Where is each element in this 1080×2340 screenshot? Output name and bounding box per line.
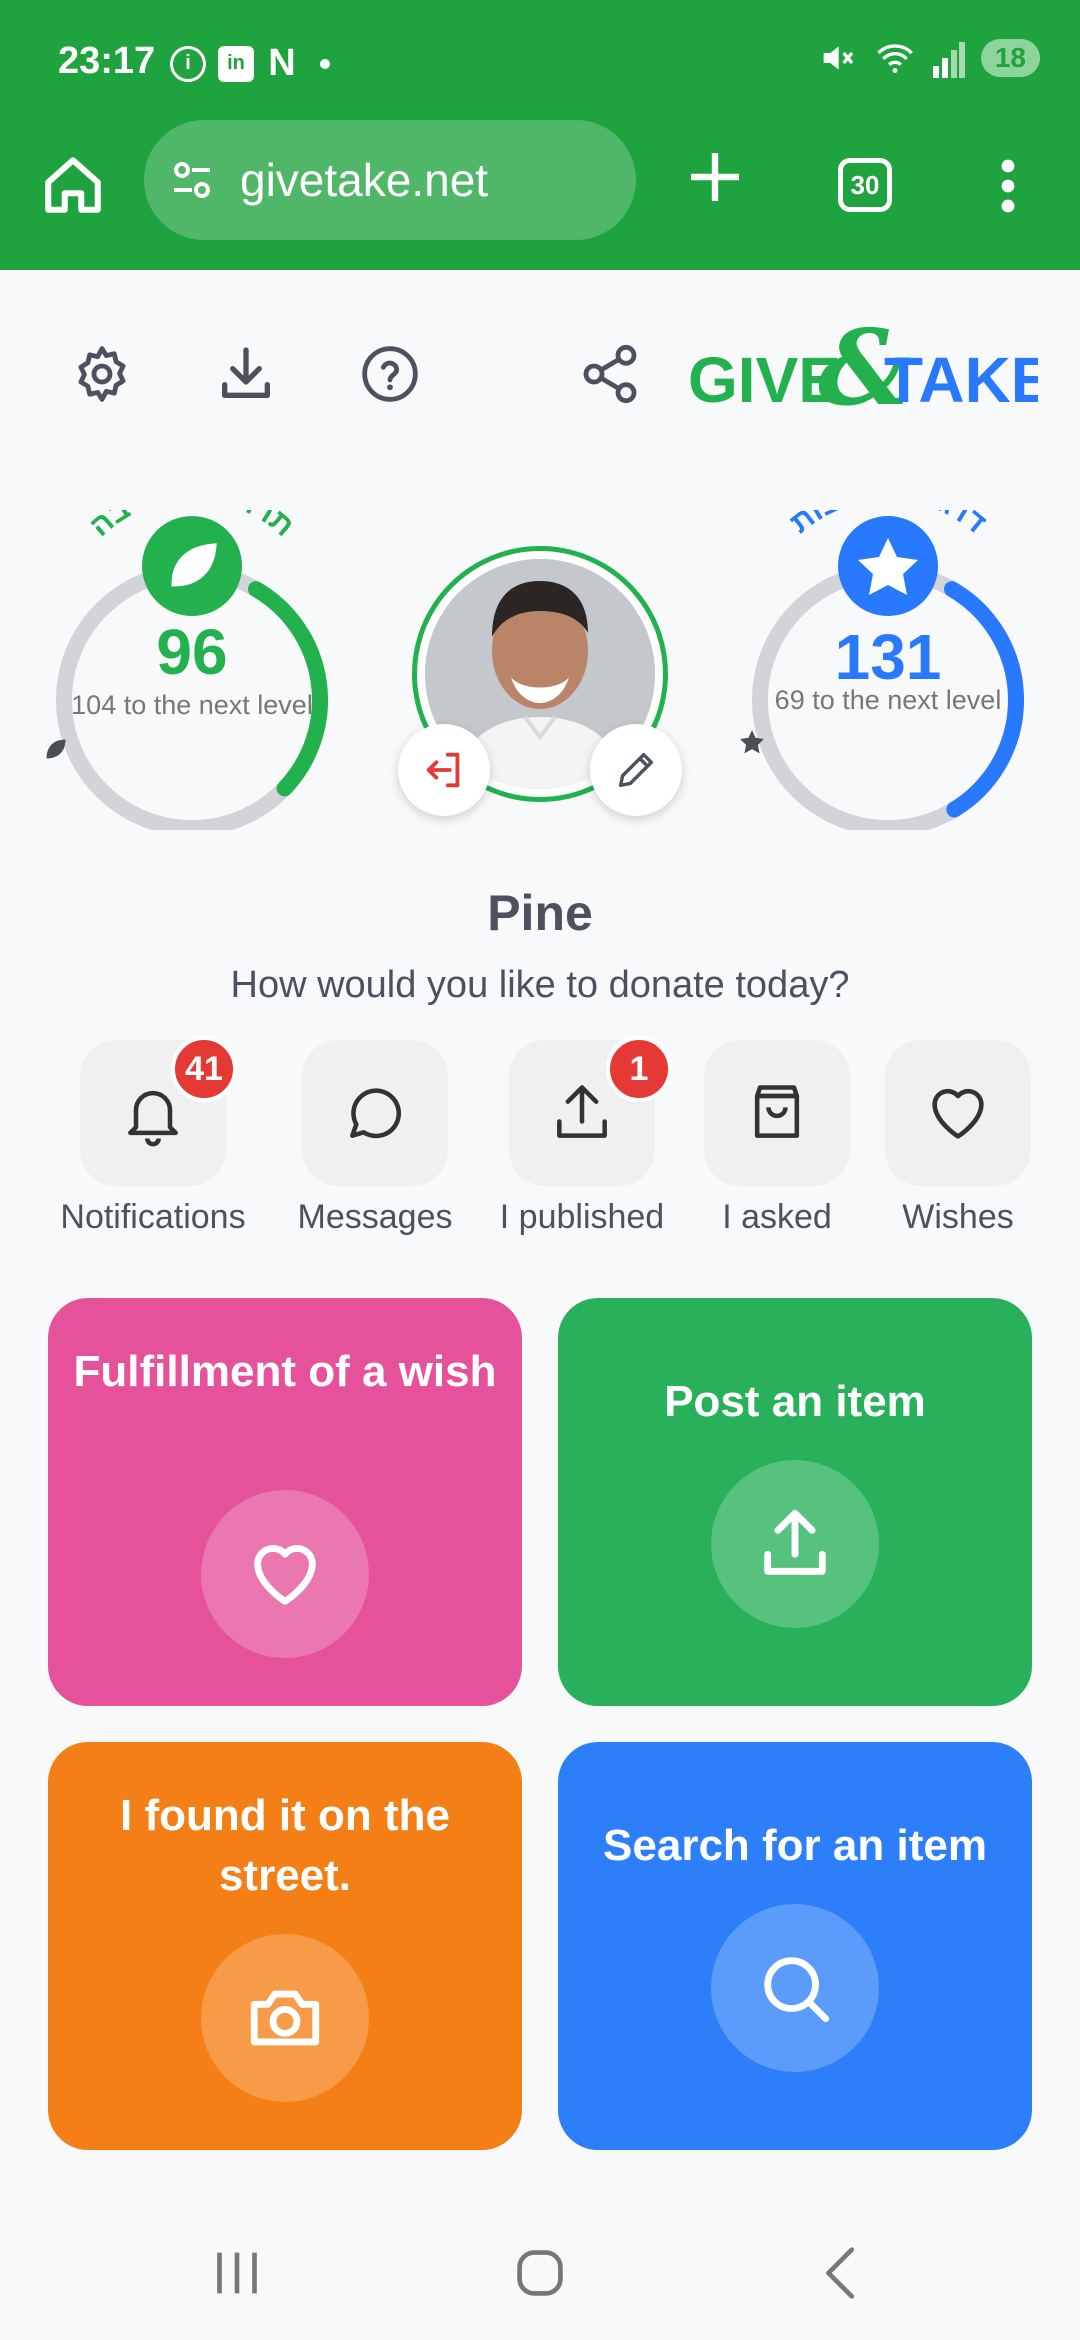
logo-take-text: TAKE (884, 344, 1038, 416)
i-asked-label: I asked (722, 1198, 832, 1236)
engagement-score: 131 (834, 621, 942, 693)
fulfill-wish-card[interactable]: Fulfillment of a wish (48, 1298, 522, 1706)
site-settings-icon[interactable] (168, 156, 216, 204)
search-item-card[interactable]: Search for an item (558, 1742, 1032, 2150)
n-icon: N (268, 42, 296, 84)
engagement-next-level: 69 to the next level (774, 685, 1002, 715)
chat-icon (350, 1088, 401, 1139)
tab-switcher-button[interactable]: 30 (838, 158, 892, 212)
wishes-button[interactable]: Wishes (858, 1040, 1058, 1250)
fulfill-wish-title: Fulfillment of a wish (73, 1347, 497, 1396)
found-on-street-card[interactable]: I found it on the street. (48, 1742, 522, 2150)
back-nav-icon[interactable] (808, 2238, 878, 2308)
battery-indicator: 18 (980, 39, 1040, 77)
notifications-label: Notifications (60, 1198, 246, 1236)
home-nav-icon[interactable] (505, 2238, 575, 2308)
download-icon[interactable] (214, 342, 278, 406)
pencil-icon (618, 752, 654, 788)
donate-prompt: How would you like to donate today? (230, 964, 850, 1006)
messages-label: Messages (297, 1198, 453, 1236)
givetake-logo: GIVE & TAKE (688, 306, 1053, 430)
help-icon[interactable] (358, 342, 422, 406)
wishes-label: Wishes (902, 1198, 1014, 1236)
heart-icon (254, 1545, 316, 1605)
published-badge: 1 (606, 1036, 672, 1102)
edit-profile-button[interactable] (590, 724, 682, 816)
upload-icon (764, 1509, 826, 1575)
donation-score: 96 (156, 616, 228, 688)
more-menu-icon[interactable] (988, 156, 1028, 216)
linkedin-icon: in (218, 45, 254, 82)
bell-icon (128, 1090, 178, 1147)
engagement-gauge[interactable]: דרגת מעורבות 131 69 to the next level (738, 510, 1038, 830)
bag-icon (754, 1085, 800, 1138)
i-published-button[interactable]: 1 I published (482, 1036, 682, 1250)
settings-gear-icon[interactable] (70, 342, 134, 406)
donation-gauge[interactable]: תרומה לסביבה 96 104 to the next level (42, 510, 342, 830)
recent-apps-icon[interactable] (202, 2238, 272, 2308)
share-icon[interactable] (578, 342, 642, 406)
status-time: 23:17 (58, 40, 156, 82)
search-item-title: Search for an item (603, 1821, 987, 1870)
logout-icon (426, 752, 460, 788)
notification-dot-icon (320, 58, 330, 69)
i-published-label: I published (499, 1198, 665, 1236)
home-icon[interactable] (40, 152, 106, 218)
mute-icon (823, 46, 854, 70)
status-bar: 23:17 i in N 18 (0, 0, 1080, 120)
star-icon (740, 730, 764, 754)
signal-icon (932, 42, 965, 78)
post-item-title: Post an item (664, 1377, 926, 1426)
leaf-icon (46, 739, 66, 759)
url-bar[interactable]: givetake.net (144, 120, 636, 240)
camera-icon (250, 1990, 320, 2046)
heart-icon (932, 1088, 984, 1139)
i-asked-button[interactable]: I asked (677, 1040, 877, 1250)
post-item-card[interactable]: Post an item (558, 1298, 1032, 1706)
found-on-street-title: I found it on the street. (120, 1791, 450, 1900)
info-icon: i (170, 45, 206, 82)
system-nav-bar (0, 2210, 1080, 2340)
new-tab-icon[interactable] (683, 145, 747, 209)
browser-toolbar: givetake.net 30 (0, 120, 1080, 270)
upload-icon (557, 1085, 607, 1138)
user-name: Pine (487, 885, 593, 941)
messages-button[interactable]: Messages (275, 1040, 475, 1250)
wifi-icon (876, 44, 913, 73)
search-icon (764, 1957, 830, 2023)
donation-next-level: 104 to the next level (71, 690, 313, 720)
logout-button[interactable] (398, 724, 490, 816)
notifications-badge: 41 (171, 1036, 237, 1102)
notifications-button[interactable]: 41 Notifications (53, 1036, 253, 1250)
url-text[interactable]: givetake.net (240, 153, 488, 207)
